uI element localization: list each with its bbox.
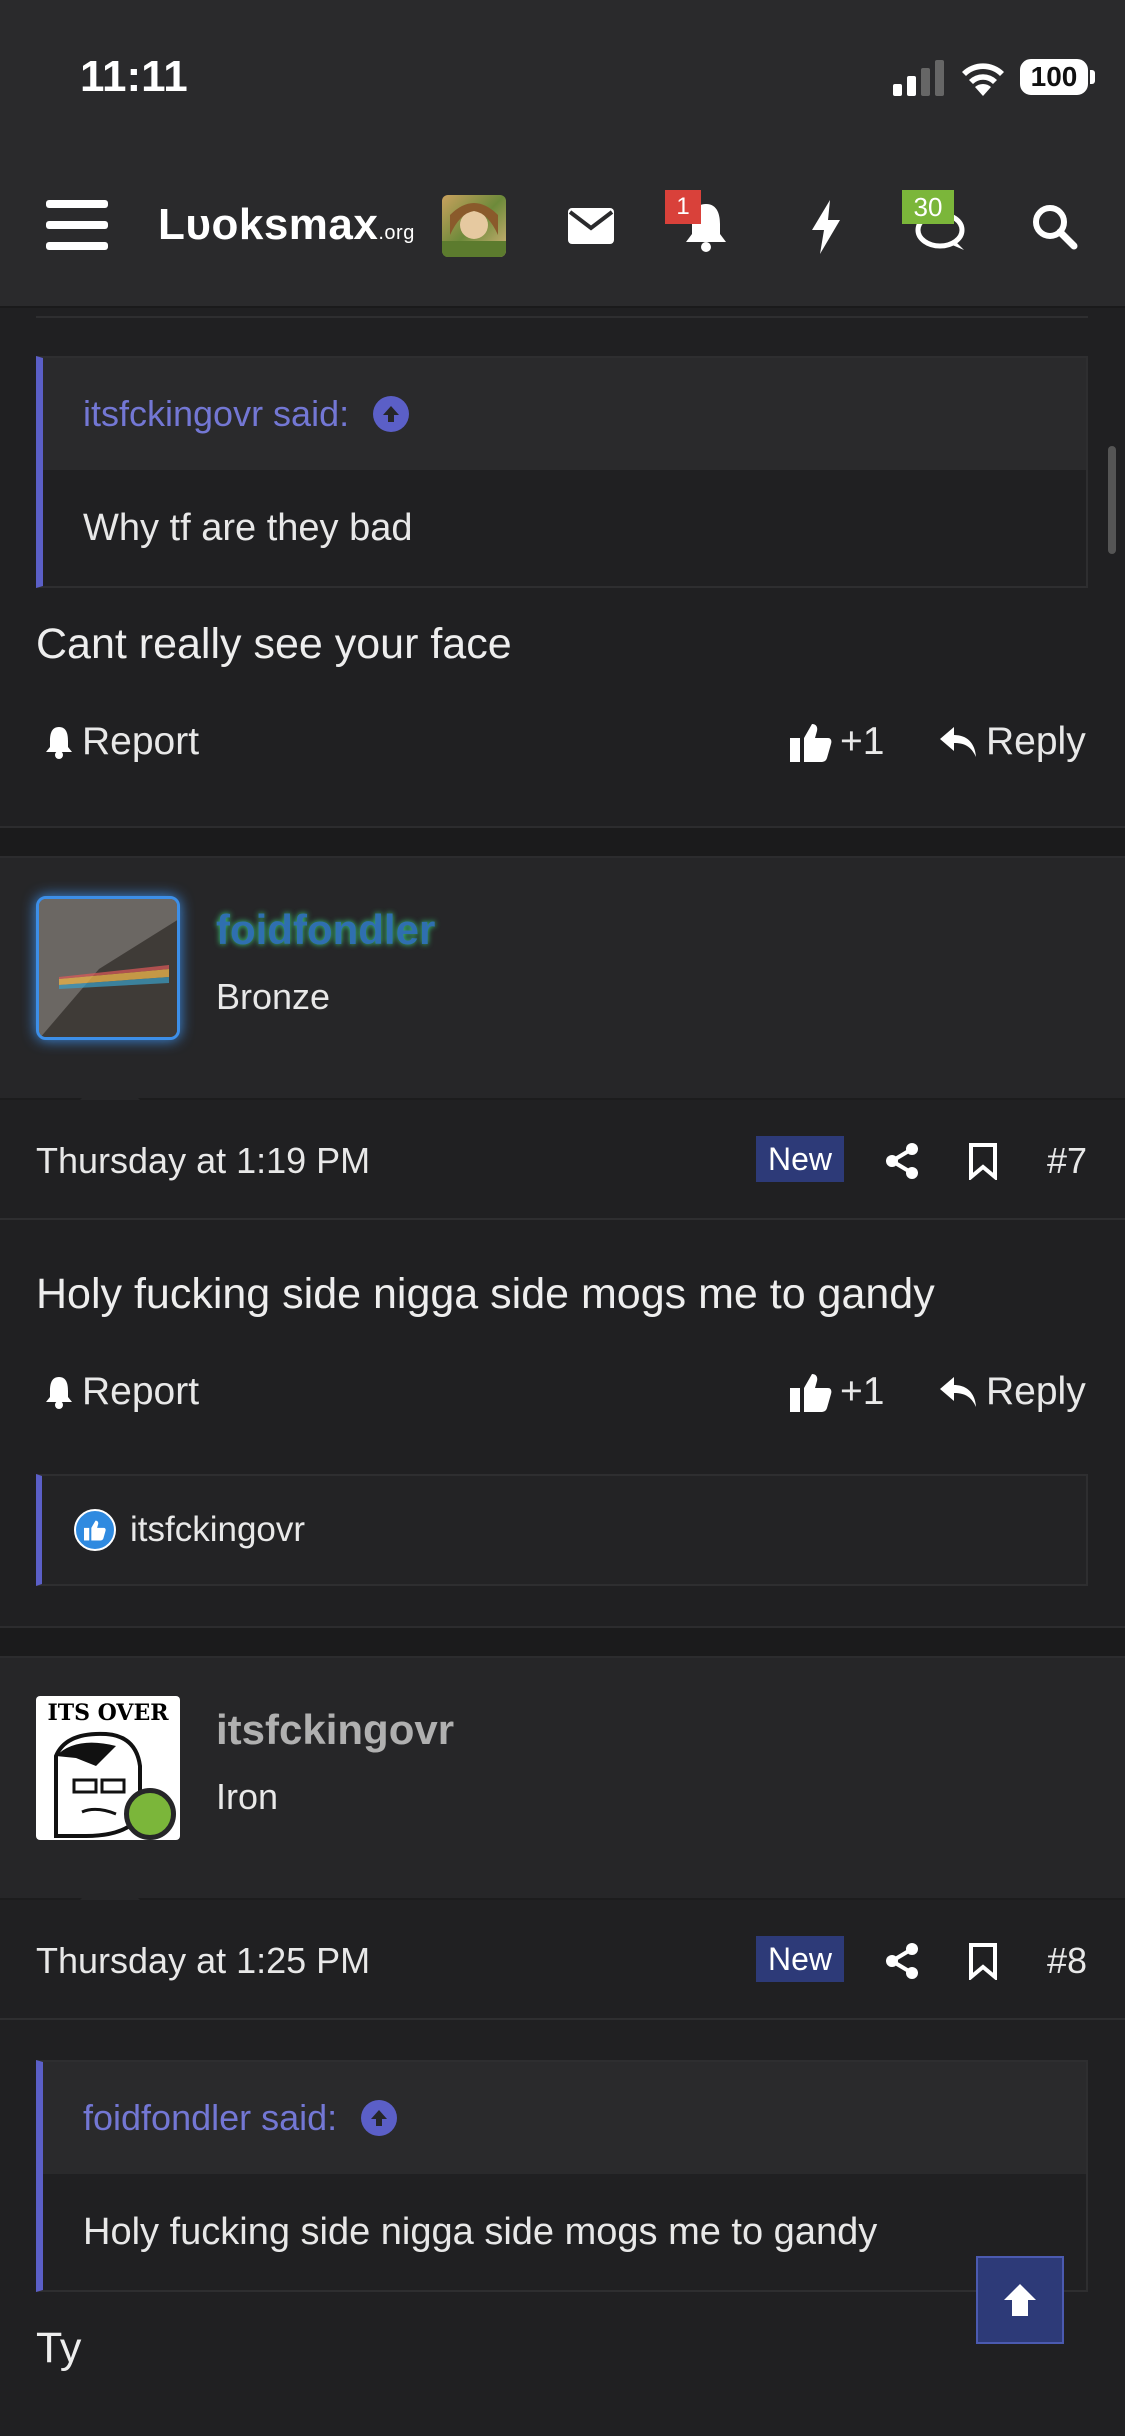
thumbs-up-icon	[790, 724, 832, 762]
post-separator	[0, 826, 1125, 858]
report-label: Report	[82, 1370, 200, 1413]
post-quote: foidfondler said: Holy fucking side nigg…	[36, 2060, 1088, 2292]
post-quote: itsfckingovr said: Why tf are they bad	[36, 356, 1088, 588]
bell-icon	[46, 1377, 72, 1409]
share-icon[interactable]	[884, 1142, 920, 1180]
post-message: Holy fucking side nigga side mogs me to …	[36, 1270, 935, 1318]
post-user-header: foidfondler Bronze	[0, 858, 1125, 1100]
report-label: Report	[82, 720, 200, 763]
battery-indicator: 100	[1020, 59, 1088, 95]
avatar-image	[39, 899, 177, 1037]
scroll-to-top-button[interactable]	[976, 2256, 1064, 2344]
user-avatar-foidfondler[interactable]	[36, 896, 180, 1040]
username-link[interactable]: itsfckingovr	[216, 1706, 454, 1754]
user-header-pointer	[80, 1070, 140, 1100]
report-button[interactable]: Report	[44, 1370, 199, 1414]
thumbs-up-icon	[790, 1374, 832, 1412]
like-button[interactable]: +1	[790, 1370, 884, 1414]
go-to-quote-icon[interactable]	[361, 2100, 398, 2136]
arrow-up-icon	[1004, 2284, 1036, 2316]
user-title: Bronze	[216, 976, 331, 1017]
quote-header[interactable]: foidfondler said:	[43, 2062, 1086, 2174]
notification-badge: 1	[665, 190, 701, 224]
site-header: Lυoksmax.org 1 30	[0, 150, 1125, 308]
search-icon[interactable]	[1030, 202, 1078, 250]
new-badge: New	[756, 1936, 844, 1982]
like-count: +1	[840, 1370, 885, 1413]
reactions-bar[interactable]: itsfckingovr	[36, 1474, 1088, 1586]
reacted-by-user[interactable]: itsfckingovr	[130, 1510, 305, 1550]
cellular-signal-icon	[893, 60, 944, 96]
reply-button[interactable]: Reply	[938, 720, 1086, 764]
wifi-icon	[962, 63, 1004, 96]
user-header-pointer	[80, 1870, 140, 1900]
post-meta: Thursday at 1:25 PM New #8	[0, 1900, 1125, 2020]
reply-icon	[940, 727, 976, 757]
post-message: Cant really see your face	[36, 620, 512, 668]
post-number[interactable]: #7	[1047, 1140, 1087, 1182]
new-badge: New	[756, 1136, 844, 1182]
bookmark-icon[interactable]	[968, 1142, 998, 1180]
status-time: 11:11	[80, 52, 188, 101]
site-logo[interactable]: Lυoksmax.org	[158, 200, 415, 250]
conversations-badge: 30	[902, 190, 954, 224]
bolt-icon[interactable]	[810, 200, 842, 254]
like-count: +1	[840, 720, 885, 763]
go-to-quote-icon[interactable]	[373, 396, 410, 432]
reply-label: Reply	[986, 1370, 1086, 1413]
post-actions: Report +1 Reply	[0, 720, 1125, 780]
scrollbar[interactable]	[1108, 446, 1116, 554]
menu-icon[interactable]	[46, 198, 108, 252]
quote-author[interactable]: itsfckingovr said:	[83, 393, 349, 435]
bell-icon	[46, 727, 72, 759]
reply-button[interactable]: Reply	[938, 1370, 1086, 1414]
post-meta: Thursday at 1:19 PM New #7	[0, 1100, 1125, 1220]
post-actions: Report +1 Reply	[0, 1370, 1125, 1430]
inbox-icon[interactable]	[568, 208, 614, 244]
user-title: Iron	[216, 1776, 279, 1817]
logo-text: Lυoksmax	[158, 200, 379, 249]
like-reaction-icon	[74, 1509, 116, 1551]
battery-tip	[1090, 70, 1095, 84]
reply-label: Reply	[986, 720, 1086, 763]
top-divider	[36, 316, 1088, 318]
post-date[interactable]: Thursday at 1:19 PM	[36, 1140, 370, 1182]
quote-text: Why tf are they bad	[43, 470, 1086, 586]
status-bar: 11:11 100	[0, 0, 1125, 150]
post-user-header: ITS OVER itsfckingovr Iron	[0, 1658, 1125, 1900]
avatar-image	[442, 203, 506, 257]
report-button[interactable]: Report	[44, 720, 199, 764]
bookmark-icon[interactable]	[968, 1942, 998, 1980]
post-number[interactable]: #8	[1047, 1940, 1087, 1982]
share-icon[interactable]	[884, 1942, 920, 1980]
quote-author[interactable]: foidfondler said:	[83, 2097, 337, 2139]
online-indicator	[124, 1788, 176, 1840]
post-message: Ty	[36, 2324, 82, 2372]
post-separator	[0, 1626, 1125, 1658]
user-avatar[interactable]	[442, 195, 506, 257]
post-date[interactable]: Thursday at 1:25 PM	[36, 1940, 370, 1982]
like-button[interactable]: +1	[790, 720, 884, 764]
username-link[interactable]: foidfondler	[216, 906, 435, 954]
logo-suffix: .org	[378, 222, 415, 244]
quote-header[interactable]: itsfckingovr said:	[43, 358, 1086, 470]
quote-text: Holy fucking side nigga side mogs me to …	[43, 2174, 1086, 2290]
reply-icon	[940, 1377, 976, 1407]
